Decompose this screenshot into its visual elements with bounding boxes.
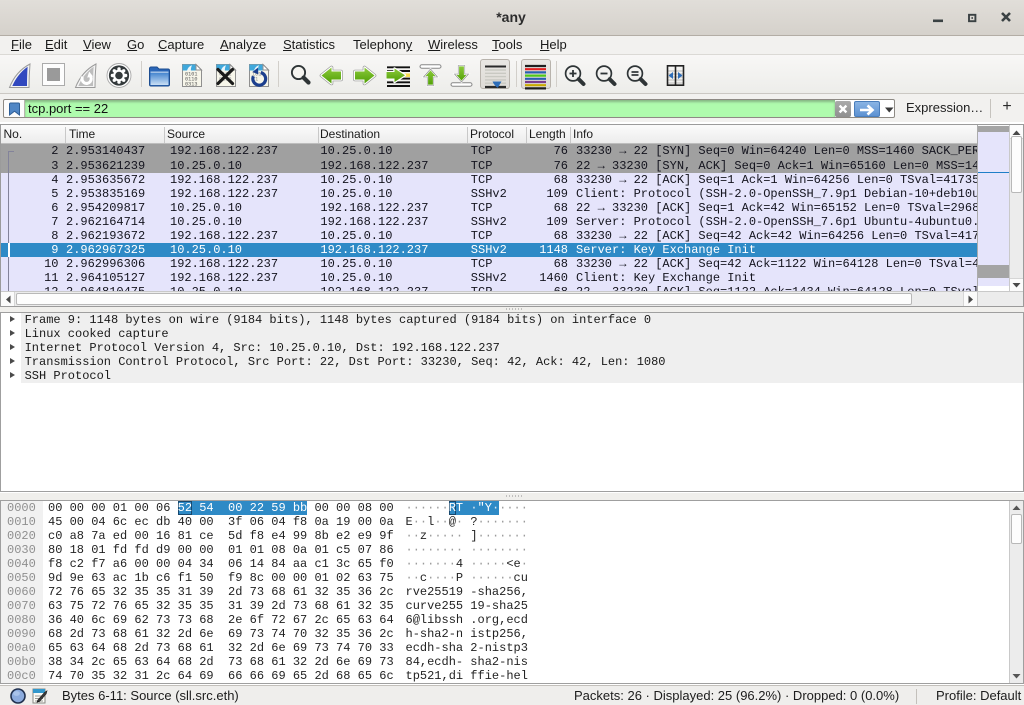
svg-text:0313: 0313 — [185, 82, 197, 88]
